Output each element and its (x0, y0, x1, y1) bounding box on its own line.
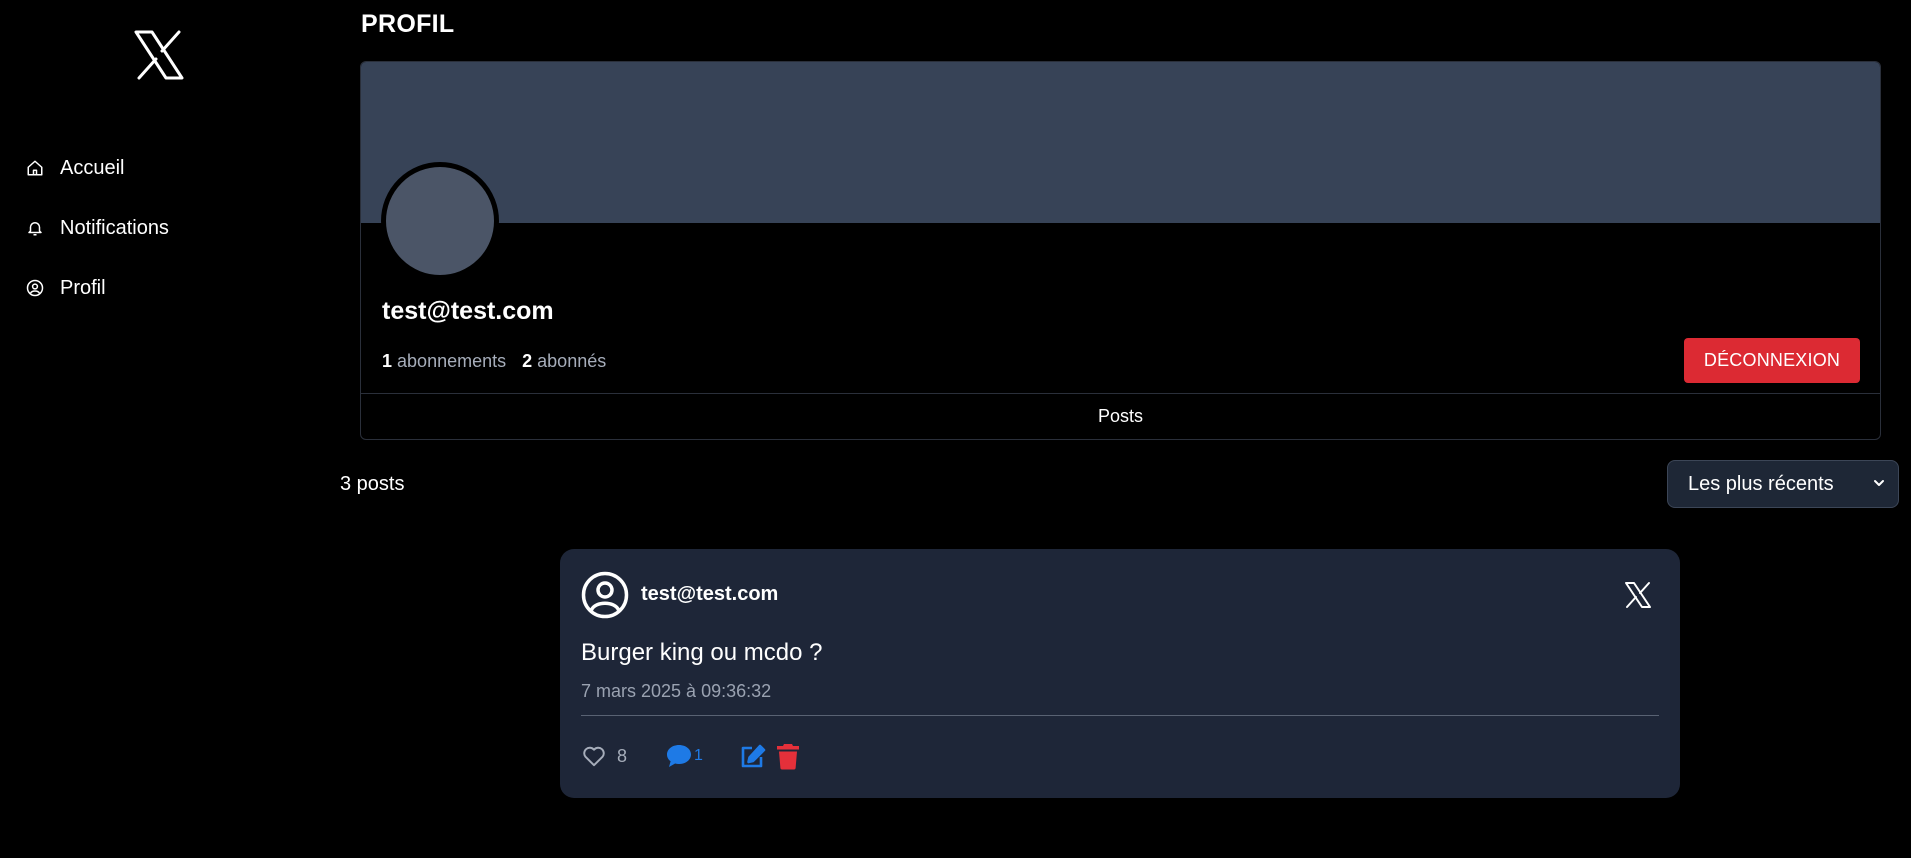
like-count: 8 (617, 745, 628, 766)
user-circle-icon (581, 571, 629, 619)
following-stat[interactable]: 1 abonnements (382, 351, 506, 371)
sidebar-item-profil[interactable]: Profil (26, 268, 169, 308)
heart-icon (583, 746, 605, 767)
x-logo-icon[interactable] (131, 27, 187, 83)
post-card: test@test.com Burger king ou mcdo ? 7 ma… (560, 549, 1680, 798)
comment-count: 1 (694, 747, 703, 764)
profile-banner (361, 62, 1880, 223)
chevron-down-icon (1874, 480, 1884, 486)
bell-icon (28, 222, 42, 236)
post-divider (581, 715, 1659, 716)
sort-selected-value: Les plus récents (1688, 472, 1834, 495)
sidebar-item-label: Profil (60, 276, 106, 299)
logout-button[interactable]: DÉCONNEXION (1684, 338, 1860, 383)
sidebar-nav: Accueil Notifications Profil (26, 148, 169, 328)
x-logo-icon[interactable] (1623, 580, 1653, 610)
profile-card: test@test.com 1 abonnements 2 abonnés DÉC… (360, 61, 1881, 440)
sidebar-item-label: Notifications (60, 216, 169, 239)
user-circle-icon (26, 279, 44, 297)
profile-avatar (381, 162, 499, 280)
comment-icon (667, 745, 692, 767)
tab-posts[interactable]: Posts (361, 394, 1880, 439)
followers-label: abonnés (537, 351, 607, 371)
followers-stat[interactable]: 2 abonnés (522, 351, 606, 371)
posts-count: 3 posts (340, 473, 405, 495)
following-label: abonnements (397, 351, 507, 371)
sort-select[interactable]: Les plus récents (1667, 460, 1899, 508)
profile-name: test@test.com (382, 297, 554, 325)
trash-icon[interactable] (776, 743, 800, 770)
sidebar-item-label: Accueil (60, 156, 125, 179)
following-count: 1 (382, 351, 393, 371)
edit-icon[interactable] (739, 743, 766, 770)
post-text: Burger king ou mcdo ? (581, 639, 823, 666)
home-icon (27, 160, 43, 176)
post-author[interactable]: test@test.com (641, 583, 778, 606)
sidebar-item-accueil[interactable]: Accueil (26, 148, 169, 188)
like-button[interactable]: 8 (581, 743, 627, 769)
page-title: PROFIL (361, 10, 455, 38)
profile-stats: 1 abonnements 2 abonnés (382, 351, 606, 372)
followers-count: 2 (522, 351, 533, 371)
post-actions: 8 1 (581, 739, 800, 773)
sidebar-item-notifications[interactable]: Notifications (26, 208, 169, 248)
comment-button[interactable]: 1 (665, 743, 703, 769)
post-date: 7 mars 2025 à 09:36:32 (581, 681, 772, 701)
